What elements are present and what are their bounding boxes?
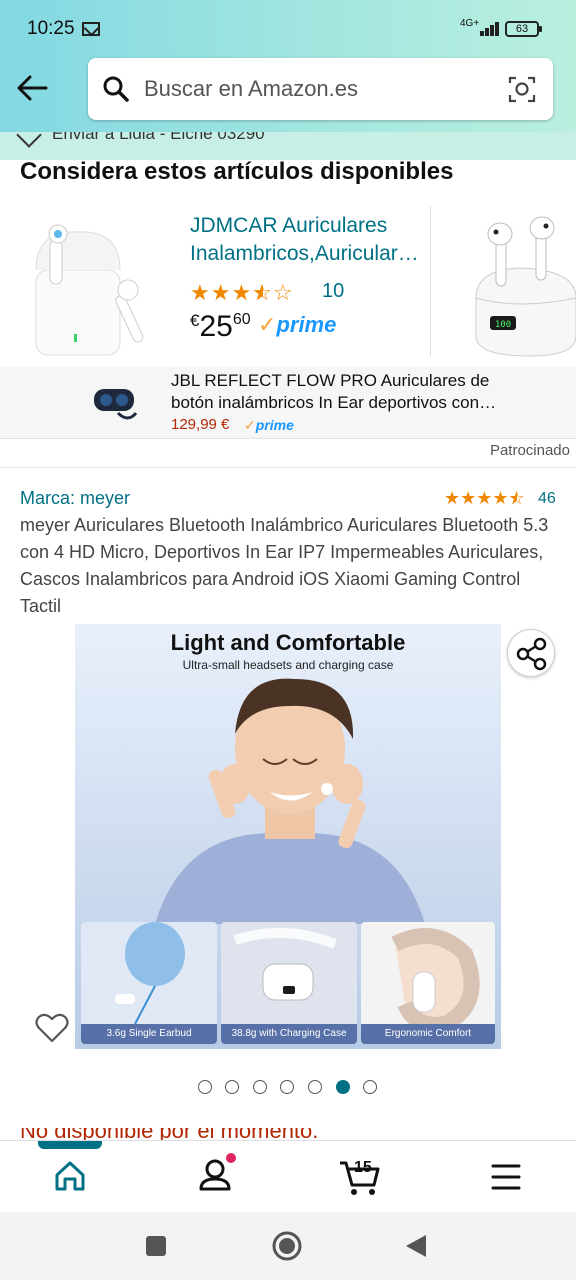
system-back-icon[interactable] [403, 1233, 429, 1259]
search-placeholder: Buscar en Amazon.es [144, 76, 359, 101]
share-button[interactable] [507, 629, 555, 677]
carousel-dots[interactable] [198, 1080, 398, 1096]
card-product-title[interactable]: JDMCAR Auriculares Inalambricos,Auricula… [190, 212, 425, 268]
svg-text:100: 100 [495, 320, 511, 330]
back-arrow-icon[interactable] [14, 70, 50, 106]
brand-link[interactable]: Marca: meyer [20, 488, 130, 509]
notification-dot [226, 1153, 236, 1163]
image-subheadline: Ultra-small headsets and charging case [182, 658, 394, 672]
gmail-notification-icon [82, 22, 100, 36]
system-navigation-bar [0, 1212, 576, 1280]
product-title: meyer Auriculares Bluetooth Inalámbrico … [20, 515, 549, 616]
status-time: 10:25 [27, 18, 75, 39]
battery-icon: 63 [505, 21, 542, 37]
hamburger-menu-icon [491, 1164, 521, 1190]
card-price: €2560 [190, 310, 251, 343]
share-icon [516, 637, 547, 671]
carousel-dot[interactable] [280, 1080, 294, 1094]
card-rating-count[interactable]: 10 [322, 280, 344, 303]
sponsored-label[interactable]: Patrocinado [490, 442, 570, 459]
home-icon [55, 1161, 85, 1191]
card-star-rating: ★★★☆★☆ [190, 280, 294, 305]
carousel-dot[interactable] [198, 1080, 212, 1094]
wishlist-heart-icon[interactable] [34, 1010, 70, 1046]
app-header: 10:25 4G+ 63 Buscar en Amazon.es Enviar … [0, 0, 576, 160]
nav-home[interactable] [30, 1141, 110, 1213]
nav-menu[interactable] [466, 1141, 546, 1213]
carousel-dot[interactable] [253, 1080, 267, 1094]
sponsored-banner[interactable]: JBL REFLECT FLOW PRO Auriculares de botó… [0, 367, 576, 439]
product-main-image[interactable]: Light and Comfortable Ultra-small headse… [75, 624, 501, 1049]
prime-badge: ✓prime [258, 312, 337, 337]
section-divider [0, 467, 576, 468]
search-input[interactable]: Buscar en Amazon.es [88, 58, 553, 120]
section-heading: Considera estos artículos disponibles [20, 158, 454, 185]
banner-product-title[interactable]: JBL REFLECT FLOW PRO Auriculares de botó… [171, 370, 516, 414]
cart-icon [340, 1161, 380, 1195]
image-feature-2: 38.8g with Charging Case [221, 922, 357, 1044]
status-bar: 10:25 4G+ 63 [0, 0, 576, 58]
card-divider [430, 206, 431, 356]
deliver-to-label: Enviar a Lidia - Elche 03290 [52, 132, 265, 143]
product-image-earbuds-white[interactable] [28, 210, 158, 360]
search-icon [103, 76, 129, 102]
home-button-icon[interactable] [270, 1229, 304, 1263]
availability-text-clipped: No disponible por el momento. [20, 1128, 380, 1140]
bottom-navigation: 15 [0, 1140, 576, 1212]
product-rating-count[interactable]: 46 [538, 490, 556, 508]
carousel-dot[interactable] [225, 1080, 239, 1094]
image-headline: Light and Comfortable [170, 630, 406, 655]
camera-search-icon[interactable] [507, 74, 537, 104]
banner-price: 129,99 € [171, 416, 230, 433]
nav-cart[interactable] [320, 1141, 400, 1213]
product-star-rating[interactable]: ★★★★☆ ★ [444, 488, 525, 509]
nav-account[interactable] [175, 1141, 255, 1213]
carousel-dot[interactable] [363, 1080, 377, 1094]
carousel-dot-active[interactable] [336, 1080, 350, 1094]
image-feature-1: 3.6g Single Earbud [81, 922, 217, 1044]
signal-icon [472, 20, 499, 36]
product-image-earbuds-case[interactable]: 100 [470, 208, 576, 358]
account-icon [199, 1159, 231, 1191]
deliver-to-bar[interactable]: Enviar a Lidia - Elche 03290 [0, 132, 576, 160]
cart-count-badge: 15 [354, 1159, 372, 1176]
image-feature-3: Ergonomic Comfort [361, 922, 495, 1044]
location-pin-icon [16, 132, 42, 148]
sponsored-product-card[interactable]: JDMCAR Auriculares Inalambricos,Auricula… [0, 200, 576, 365]
carousel-dot[interactable] [308, 1080, 322, 1094]
product-image-jbl[interactable] [88, 383, 142, 423]
recent-apps-icon[interactable] [143, 1233, 169, 1259]
prime-badge: ✓prime [244, 417, 294, 433]
